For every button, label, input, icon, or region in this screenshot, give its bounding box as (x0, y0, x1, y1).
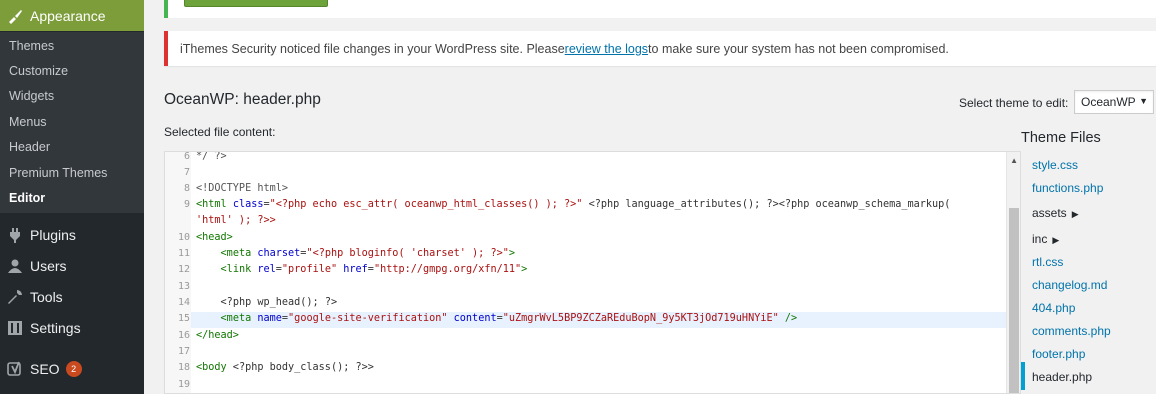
menu-seo-label: SEO (30, 360, 60, 377)
success-notice (164, 0, 1156, 18)
main-content: iThemes Security noticed file changes in… (144, 0, 1156, 394)
menu-plugins-label: Plugins (30, 226, 76, 243)
code-line: <meta name="google-site-verification" co… (220, 313, 798, 324)
security-notice: iThemes Security noticed file changes in… (164, 31, 1156, 66)
theme-file-item[interactable]: footer.php (1032, 347, 1085, 361)
theme-file-item[interactable]: functions.php (1032, 181, 1103, 195)
line-number: 19 (177, 379, 190, 390)
selected-file-label: Selected file content: (164, 125, 276, 139)
submenu-menus[interactable]: Menus (9, 115, 47, 129)
yoast-icon (0, 361, 30, 377)
theme-file-item[interactable]: rtl.css (1032, 255, 1063, 269)
menu-settings[interactable]: Settings (0, 312, 144, 343)
theme-select-value: OceanWP (1081, 95, 1136, 109)
review-logs-link[interactable]: review the logs (565, 42, 648, 56)
code-line: */ ?> (196, 151, 227, 162)
theme-file-item[interactable]: style.css (1032, 158, 1078, 172)
submenu-themes[interactable]: Themes (9, 39, 54, 53)
folder-expand-icon: ▶ (1071, 209, 1079, 219)
code-line: <body <?php body_class(); ?>> (196, 362, 374, 373)
theme-folder-item[interactable]: assets ▶ (1032, 206, 1079, 220)
line-number: 12 (177, 264, 190, 275)
menu-users[interactable]: Users (0, 250, 144, 281)
theme-file-current[interactable]: header.php (1032, 370, 1092, 384)
security-notice-text: iThemes Security noticed file changes in… (180, 41, 565, 56)
appearance-submenu: Themes Customize Widgets Menus Header Pr… (0, 32, 144, 213)
folder-expand-icon: ▶ (1052, 235, 1060, 245)
plugin-icon (0, 227, 30, 243)
code-line: <head> (196, 232, 233, 243)
code-line: <html class="<?php echo esc_attr( oceanw… (196, 199, 951, 210)
line-number: 17 (177, 346, 190, 357)
line-number: 9 (183, 199, 190, 210)
paintbrush-icon (0, 8, 30, 24)
select-theme-label: Select theme to edit: (959, 96, 1069, 110)
menu-tools-label: Tools (30, 288, 63, 305)
settings-icon (0, 320, 30, 336)
menu-tools[interactable]: Tools (0, 281, 144, 312)
theme-select[interactable]: OceanWP ▼ (1074, 90, 1154, 114)
submenu-header[interactable]: Header (9, 140, 50, 154)
menu-plugins[interactable]: Plugins (0, 219, 144, 250)
theme-files-heading: Theme Files (1021, 130, 1101, 146)
menu-users-label: Users (30, 257, 67, 274)
submenu-premium-themes[interactable]: Premium Themes (9, 166, 107, 180)
line-number: 6 (183, 151, 190, 162)
notice-button[interactable] (184, 0, 328, 7)
wrench-icon (0, 289, 30, 305)
line-number: 14 (177, 297, 190, 308)
current-file-indicator (1021, 362, 1025, 390)
code-line: <!DOCTYPE html> (196, 183, 289, 194)
users-icon (0, 258, 30, 274)
menu-seo[interactable]: SEO 2 (0, 353, 144, 384)
code-line: <meta charset="<?php bloginfo( 'charset'… (220, 248, 515, 259)
chevron-down-icon: ▼ (1139, 96, 1148, 106)
code-line: </head> (196, 330, 239, 341)
seo-count-badge: 2 (65, 360, 82, 377)
submenu-editor[interactable]: Editor (9, 191, 45, 205)
line-number: 13 (177, 281, 190, 292)
menu-settings-label: Settings (30, 319, 81, 336)
theme-folder-item[interactable]: inc ▶ (1032, 232, 1059, 246)
code-line: <?php wp_head(); ?> (220, 297, 338, 308)
submenu-customize[interactable]: Customize (9, 64, 68, 78)
line-number: 8 (183, 183, 190, 194)
admin-sidebar: Appearance Themes Customize Widgets Menu… (0, 0, 144, 394)
code-line: 'html' ); ?>> (196, 215, 276, 226)
line-number: 16 (177, 330, 190, 341)
theme-file-item[interactable]: comments.php (1032, 324, 1111, 338)
code-line: <link rel="profile" href="http://gmpg.or… (220, 264, 528, 275)
security-notice-suffix: to make sure your system has not been co… (648, 41, 949, 56)
theme-file-item[interactable]: 404.php (1032, 301, 1075, 315)
code-editor[interactable]: 6 7 8 9 10 11 12 13 14 15 16 17 18 19 */… (164, 151, 1021, 394)
editor-scrollbar[interactable]: ▲ (1006, 152, 1020, 393)
scroll-up-icon[interactable]: ▲ (1010, 156, 1018, 165)
line-number: 18 (177, 362, 190, 373)
scrollbar-thumb[interactable] (1009, 208, 1019, 393)
page-title: OceanWP: header.php (164, 91, 321, 108)
menu-appearance[interactable]: Appearance (0, 0, 144, 31)
line-number: 11 (177, 248, 190, 259)
line-number-gutter: 6 7 8 9 10 11 12 13 14 15 16 17 18 19 (165, 151, 191, 393)
line-number: 15 (177, 313, 190, 324)
submenu-widgets[interactable]: Widgets (9, 89, 54, 103)
line-number: 7 (183, 167, 190, 178)
line-number: 10 (177, 232, 190, 243)
menu-appearance-label: Appearance (30, 7, 106, 24)
theme-file-item[interactable]: changelog.md (1032, 278, 1107, 292)
